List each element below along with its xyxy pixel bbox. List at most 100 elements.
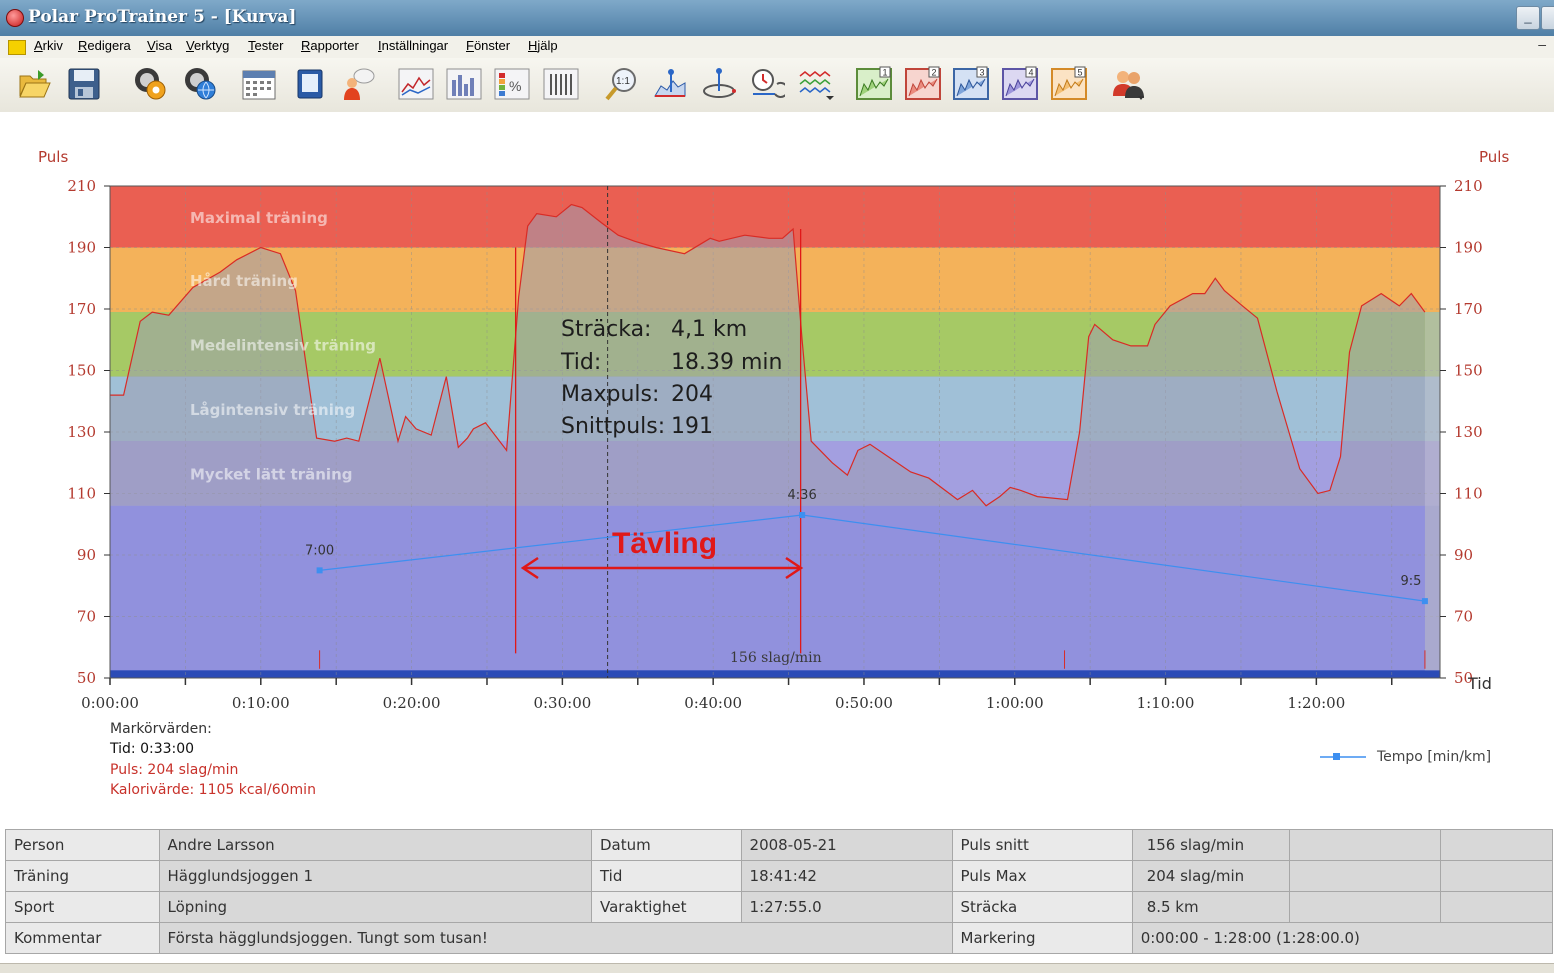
menu-fonster[interactable]: Fönster xyxy=(466,38,510,53)
time-lap-icon[interactable] xyxy=(749,66,789,102)
race-annotation-title: Tävling xyxy=(612,527,717,560)
users-icon[interactable] xyxy=(1110,66,1146,102)
menu-verktyg[interactable]: Verktyg xyxy=(186,38,229,53)
x-tick-label: 0:10:00 xyxy=(232,694,290,712)
save-icon[interactable] xyxy=(66,66,102,102)
person-label: Person xyxy=(5,829,160,861)
person-value: Andre Larsson xyxy=(158,829,592,861)
svg-text:3: 3 xyxy=(980,68,985,78)
x-tick-label: 1:10:00 xyxy=(1137,694,1195,712)
cursor-pulse-value: Puls: 204 slag/min xyxy=(110,762,238,778)
title-bar: Polar ProTrainer 5 - [Kurva] _ xyxy=(0,0,1554,36)
y-tick-label-right: 150 xyxy=(1454,362,1483,380)
x-tick-label: 1:20:00 xyxy=(1287,694,1345,712)
chart-area[interactable]: 210 210 190 190 170 170 150 150 130 130 110 110 90 90… xyxy=(0,112,1554,828)
annotation-time-label: Tid: xyxy=(560,350,601,375)
mdi-minimize-button[interactable]: – xyxy=(1538,36,1546,52)
sport-chart-3-icon[interactable]: 3 xyxy=(953,66,989,102)
curve-chart-icon[interactable] xyxy=(398,66,434,102)
empty-cell xyxy=(1289,891,1441,923)
toolbar: % 1:1 1 2 3 4 5 xyxy=(0,58,1554,113)
y-tick-label-left: 90 xyxy=(77,546,96,564)
menu-arkiv[interactable]: Arkiv xyxy=(34,38,63,53)
y-tick-label-right: 210 xyxy=(1454,177,1483,195)
y-tick-label-left: 210 xyxy=(67,177,96,195)
marker-icon[interactable] xyxy=(652,66,688,102)
svg-text:1: 1 xyxy=(883,68,888,78)
calendar-icon[interactable] xyxy=(241,66,277,102)
menu-bar: Arkiv Redigera Visa Verktyg Tester Rappo… xyxy=(0,36,1554,59)
y-tick-label-left: 150 xyxy=(67,362,96,380)
menu-redigera[interactable]: Redigera xyxy=(78,38,131,53)
svg-text:5: 5 xyxy=(1078,68,1083,78)
y-tick-label-left: 110 xyxy=(67,485,96,503)
zone-label: Maximal träning xyxy=(190,209,328,227)
distance-value: 8.5 km xyxy=(1131,891,1291,923)
time-label: Tid xyxy=(590,860,742,892)
max-pulse-label: Puls Max xyxy=(951,860,1133,892)
sport-label: Sport xyxy=(5,891,160,923)
menu-installningar[interactable]: Inställningar xyxy=(378,38,448,53)
distance-label: Sträcka xyxy=(951,891,1133,923)
cursor-time-value: Tid: 0:33:00 xyxy=(109,741,194,757)
book-icon[interactable] xyxy=(292,66,328,102)
annotation-distance-label: Sträcka: xyxy=(561,317,651,342)
y-tick-label-right: 130 xyxy=(1454,423,1483,441)
minimize-button[interactable]: _ xyxy=(1516,6,1540,30)
y-tick-label-right: 170 xyxy=(1454,300,1483,318)
person-comment-icon[interactable] xyxy=(340,66,376,102)
tempo-point xyxy=(316,567,323,574)
x-tick-label: 0:20:00 xyxy=(383,694,441,712)
empty-cell xyxy=(1439,860,1554,892)
sport-chart-1-icon[interactable]: 1 xyxy=(856,66,892,102)
avg-pulse-label: Puls snitt xyxy=(951,829,1133,861)
annotation-maxpulse-value: 204 xyxy=(671,382,713,407)
compare-icon[interactable] xyxy=(798,66,834,102)
open-folder-icon[interactable] xyxy=(16,66,52,102)
y-tick-label-right: 70 xyxy=(1454,608,1473,626)
x-axis-title: Tid xyxy=(1467,674,1492,693)
sport-chart-5-icon[interactable]: 5 xyxy=(1051,66,1087,102)
y-tick-label-right: 190 xyxy=(1454,239,1483,257)
menu-rapporter[interactable]: Rapporter xyxy=(301,38,359,53)
svg-text:2: 2 xyxy=(932,68,937,78)
comment-label: Kommentar xyxy=(5,922,160,954)
maximize-button[interactable] xyxy=(1541,6,1554,30)
exercise-gear-icon[interactable] xyxy=(132,66,168,102)
percent-chart-icon[interactable]: % xyxy=(494,66,530,102)
list-chart-icon[interactable] xyxy=(543,66,579,102)
pulse-curve-chart[interactable]: 210 210 190 190 170 170 150 150 130 130 110 110 90 90… xyxy=(0,112,1554,828)
lap-icon[interactable] xyxy=(701,66,737,102)
zone-label: Medelintensiv träning xyxy=(190,336,376,354)
empty-cell xyxy=(1289,829,1441,861)
date-label: Datum xyxy=(590,829,742,861)
bar-chart-icon[interactable] xyxy=(446,66,482,102)
training-label: Träning xyxy=(5,860,160,892)
x-tick-label: 0:00:00 xyxy=(81,694,139,712)
menu-visa[interactable]: Visa xyxy=(147,38,172,53)
empty-cell xyxy=(1439,891,1554,923)
x-tick-label: 1:00:00 xyxy=(986,694,1044,712)
annotation-maxpulse-label: Maxpuls: xyxy=(561,382,659,407)
x-tick-label: 0:50:00 xyxy=(835,694,893,712)
sport-chart-2-icon[interactable]: 2 xyxy=(905,66,941,102)
cursor-calorie-value: Kalorivärde: 1105 kcal/60min xyxy=(110,782,316,798)
cursor-values-title: Markörvärden: xyxy=(110,721,212,737)
zoom-1to1-icon[interactable]: 1:1 xyxy=(604,66,640,102)
annotation-avgpulse-value: 191 xyxy=(671,414,713,439)
svg-text:1:1: 1:1 xyxy=(616,76,630,87)
tempo-point xyxy=(1421,598,1428,605)
tempo-point xyxy=(799,512,806,519)
x-tick-label: 0:40:00 xyxy=(684,694,742,712)
table-row: Person Andre Larsson Datum 2008-05-21 Pu… xyxy=(5,829,1554,861)
exercise-globe-icon[interactable] xyxy=(182,66,218,102)
sport-chart-4-icon[interactable]: 4 xyxy=(1002,66,1038,102)
mean-pulse-label: 156 slag/min xyxy=(730,650,822,666)
sport-value: Löpning xyxy=(158,891,592,923)
window-title: Polar ProTrainer 5 - [Kurva] xyxy=(28,7,297,27)
selection-value: 0:00:00 - 1:28:00 (1:28:00.0) xyxy=(1131,922,1554,954)
menu-tester[interactable]: Tester xyxy=(248,38,283,53)
menu-hjalp[interactable]: Hjälp xyxy=(528,38,558,53)
empty-cell xyxy=(1289,860,1441,892)
comment-value: Första hägglundsjoggen. Tungt som tusan! xyxy=(158,922,953,954)
